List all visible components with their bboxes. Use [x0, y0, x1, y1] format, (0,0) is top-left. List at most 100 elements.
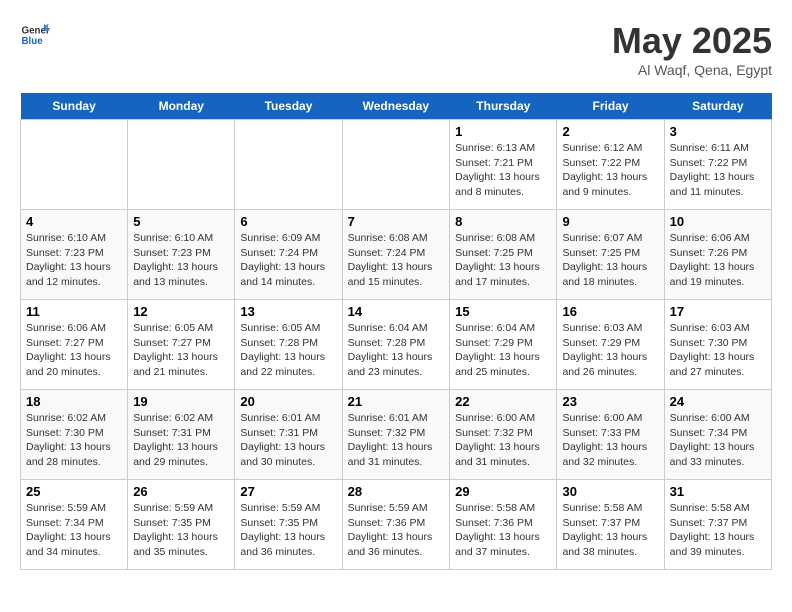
calendar-cell: 2Sunrise: 6:12 AM Sunset: 7:22 PM Daylig… [557, 120, 664, 210]
day-number: 6 [240, 214, 336, 229]
cell-content: Sunrise: 5:59 AM Sunset: 7:35 PM Dayligh… [240, 501, 336, 560]
calendar-cell: 6 Sunrise: 6:09 AM Sunset: 7:24 PM Daylig… [235, 210, 342, 300]
cell-content: Sunrise: 5:58 AM Sunset: 7:37 PM Dayligh… [670, 501, 766, 560]
calendar-cell: 14 Sunrise: 6:04 AM Sunset: 7:28 PM Dayli… [342, 300, 450, 390]
cell-content: Sunrise: 6:05 AM Sunset: 7:28 PM Dayligh… [240, 321, 336, 380]
cell-content: Sunrise: 6:04 AM Sunset: 7:28 PM Dayligh… [348, 321, 445, 380]
header-saturday: Saturday [664, 93, 771, 120]
calendar-cell: 20 Sunrise: 6:01 AM Sunset: 7:31 PM Dayli… [235, 390, 342, 480]
cell-content: Sunrise: 6:09 AM Sunset: 7:24 PM Dayligh… [240, 231, 336, 290]
day-number: 25 [26, 484, 122, 499]
day-number: 17 [670, 304, 766, 319]
calendar-cell: 5 Sunrise: 6:10 AM Sunset: 7:23 PM Daylig… [128, 210, 235, 300]
calendar-cell [235, 120, 342, 210]
day-number: 28 [348, 484, 445, 499]
svg-text:Blue: Blue [22, 36, 44, 47]
cell-content: Sunrise: 6:03 AM Sunset: 7:29 PM Dayligh… [562, 321, 658, 380]
day-number: 27 [240, 484, 336, 499]
cell-content: Sunrise: 6:01 AM Sunset: 7:32 PM Dayligh… [348, 411, 445, 470]
calendar-cell [21, 120, 128, 210]
calendar-cell [128, 120, 235, 210]
day-number: 24 [670, 394, 766, 409]
day-number: 16 [562, 304, 658, 319]
calendar-cell: 13 Sunrise: 6:05 AM Sunset: 7:28 PM Dayli… [235, 300, 342, 390]
calendar-cell: 12 Sunrise: 6:05 AM Sunset: 7:27 PM Dayli… [128, 300, 235, 390]
cell-content: Sunrise: 5:59 AM Sunset: 7:34 PM Dayligh… [26, 501, 122, 560]
day-number: 23 [562, 394, 658, 409]
cell-content: Sunrise: 6:10 AM Sunset: 7:23 PM Dayligh… [26, 231, 122, 290]
cell-content: Sunrise: 6:08 AM Sunset: 7:25 PM Dayligh… [455, 231, 551, 290]
cell-content: Sunrise: 6:08 AM Sunset: 7:24 PM Dayligh… [348, 231, 445, 290]
week-row-2: 4 Sunrise: 6:10 AM Sunset: 7:23 PM Daylig… [21, 210, 772, 300]
calendar-cell: 28 Sunrise: 5:59 AM Sunset: 7:36 PM Dayli… [342, 480, 450, 570]
day-number: 30 [562, 484, 658, 499]
day-number: 21 [348, 394, 445, 409]
calendar-cell: 8Sunrise: 6:08 AM Sunset: 7:25 PM Daylig… [450, 210, 557, 300]
day-number: 19 [133, 394, 229, 409]
cell-content: Sunrise: 5:58 AM Sunset: 7:36 PM Dayligh… [455, 501, 551, 560]
day-number: 11 [26, 304, 122, 319]
page-header: General Blue May 2025 Al Waqf, Qena, Egy… [20, 20, 772, 78]
calendar-table: Sunday Monday Tuesday Wednesday Thursday… [20, 93, 772, 570]
cell-content: Sunrise: 6:07 AM Sunset: 7:25 PM Dayligh… [562, 231, 658, 290]
cell-content: Sunrise: 6:06 AM Sunset: 7:26 PM Dayligh… [670, 231, 766, 290]
day-number: 20 [240, 394, 336, 409]
calendar-cell: 11 Sunrise: 6:06 AM Sunset: 7:27 PM Dayli… [21, 300, 128, 390]
cell-content: Sunrise: 6:05 AM Sunset: 7:27 PM Dayligh… [133, 321, 229, 380]
calendar-cell: 21 Sunrise: 6:01 AM Sunset: 7:32 PM Dayli… [342, 390, 450, 480]
calendar-cell: 7 Sunrise: 6:08 AM Sunset: 7:24 PM Daylig… [342, 210, 450, 300]
header-wednesday: Wednesday [342, 93, 450, 120]
calendar-cell: 1Sunrise: 6:13 AM Sunset: 7:21 PM Daylig… [450, 120, 557, 210]
cell-content: Sunrise: 5:59 AM Sunset: 7:36 PM Dayligh… [348, 501, 445, 560]
day-number: 13 [240, 304, 336, 319]
week-row-5: 25 Sunrise: 5:59 AM Sunset: 7:34 PM Dayli… [21, 480, 772, 570]
cell-content: Sunrise: 6:00 AM Sunset: 7:32 PM Dayligh… [455, 411, 551, 470]
calendar-cell: 17Sunrise: 6:03 AM Sunset: 7:30 PM Dayli… [664, 300, 771, 390]
day-number: 7 [348, 214, 445, 229]
week-row-4: 18 Sunrise: 6:02 AM Sunset: 7:30 PM Dayli… [21, 390, 772, 480]
calendar-subtitle: Al Waqf, Qena, Egypt [612, 62, 772, 78]
day-number: 14 [348, 304, 445, 319]
cell-content: Sunrise: 6:06 AM Sunset: 7:27 PM Dayligh… [26, 321, 122, 380]
calendar-cell: 3Sunrise: 6:11 AM Sunset: 7:22 PM Daylig… [664, 120, 771, 210]
calendar-cell: 23 Sunrise: 6:00 AM Sunset: 7:33 PM Dayli… [557, 390, 664, 480]
cell-content: Sunrise: 6:11 AM Sunset: 7:22 PM Dayligh… [670, 141, 766, 200]
calendar-cell: 15 Sunrise: 6:04 AM Sunset: 7:29 PM Dayli… [450, 300, 557, 390]
day-number: 18 [26, 394, 122, 409]
day-number: 15 [455, 304, 551, 319]
calendar-cell: 31 Sunrise: 5:58 AM Sunset: 7:37 PM Dayli… [664, 480, 771, 570]
day-number: 31 [670, 484, 766, 499]
cell-content: Sunrise: 6:01 AM Sunset: 7:31 PM Dayligh… [240, 411, 336, 470]
day-number: 5 [133, 214, 229, 229]
cell-content: Sunrise: 6:00 AM Sunset: 7:33 PM Dayligh… [562, 411, 658, 470]
cell-content: Sunrise: 5:58 AM Sunset: 7:37 PM Dayligh… [562, 501, 658, 560]
logo: General Blue [20, 20, 54, 50]
cell-content: Sunrise: 5:59 AM Sunset: 7:35 PM Dayligh… [133, 501, 229, 560]
calendar-cell: 29Sunrise: 5:58 AM Sunset: 7:36 PM Dayli… [450, 480, 557, 570]
header-tuesday: Tuesday [235, 93, 342, 120]
cell-content: Sunrise: 6:13 AM Sunset: 7:21 PM Dayligh… [455, 141, 551, 200]
day-number: 4 [26, 214, 122, 229]
calendar-title: May 2025 [612, 20, 772, 62]
cell-content: Sunrise: 6:10 AM Sunset: 7:23 PM Dayligh… [133, 231, 229, 290]
calendar-cell: 24Sunrise: 6:00 AM Sunset: 7:34 PM Dayli… [664, 390, 771, 480]
week-row-3: 11 Sunrise: 6:06 AM Sunset: 7:27 PM Dayli… [21, 300, 772, 390]
cell-content: Sunrise: 6:02 AM Sunset: 7:31 PM Dayligh… [133, 411, 229, 470]
day-number: 2 [562, 124, 658, 139]
calendar-cell: 30 Sunrise: 5:58 AM Sunset: 7:37 PM Dayli… [557, 480, 664, 570]
cell-content: Sunrise: 6:04 AM Sunset: 7:29 PM Dayligh… [455, 321, 551, 380]
header-thursday: Thursday [450, 93, 557, 120]
calendar-cell: 4 Sunrise: 6:10 AM Sunset: 7:23 PM Daylig… [21, 210, 128, 300]
calendar-cell: 18 Sunrise: 6:02 AM Sunset: 7:30 PM Dayli… [21, 390, 128, 480]
calendar-cell: 22 Sunrise: 6:00 AM Sunset: 7:32 PM Dayli… [450, 390, 557, 480]
logo-icon: General Blue [20, 20, 50, 50]
cell-content: Sunrise: 6:02 AM Sunset: 7:30 PM Dayligh… [26, 411, 122, 470]
calendar-cell: 27 Sunrise: 5:59 AM Sunset: 7:35 PM Dayli… [235, 480, 342, 570]
header-monday: Monday [128, 93, 235, 120]
title-section: May 2025 Al Waqf, Qena, Egypt [612, 20, 772, 78]
day-number: 22 [455, 394, 551, 409]
calendar-cell: 19 Sunrise: 6:02 AM Sunset: 7:31 PM Dayli… [128, 390, 235, 480]
calendar-cell: 10Sunrise: 6:06 AM Sunset: 7:26 PM Dayli… [664, 210, 771, 300]
week-row-1: 1Sunrise: 6:13 AM Sunset: 7:21 PM Daylig… [21, 120, 772, 210]
day-number: 12 [133, 304, 229, 319]
